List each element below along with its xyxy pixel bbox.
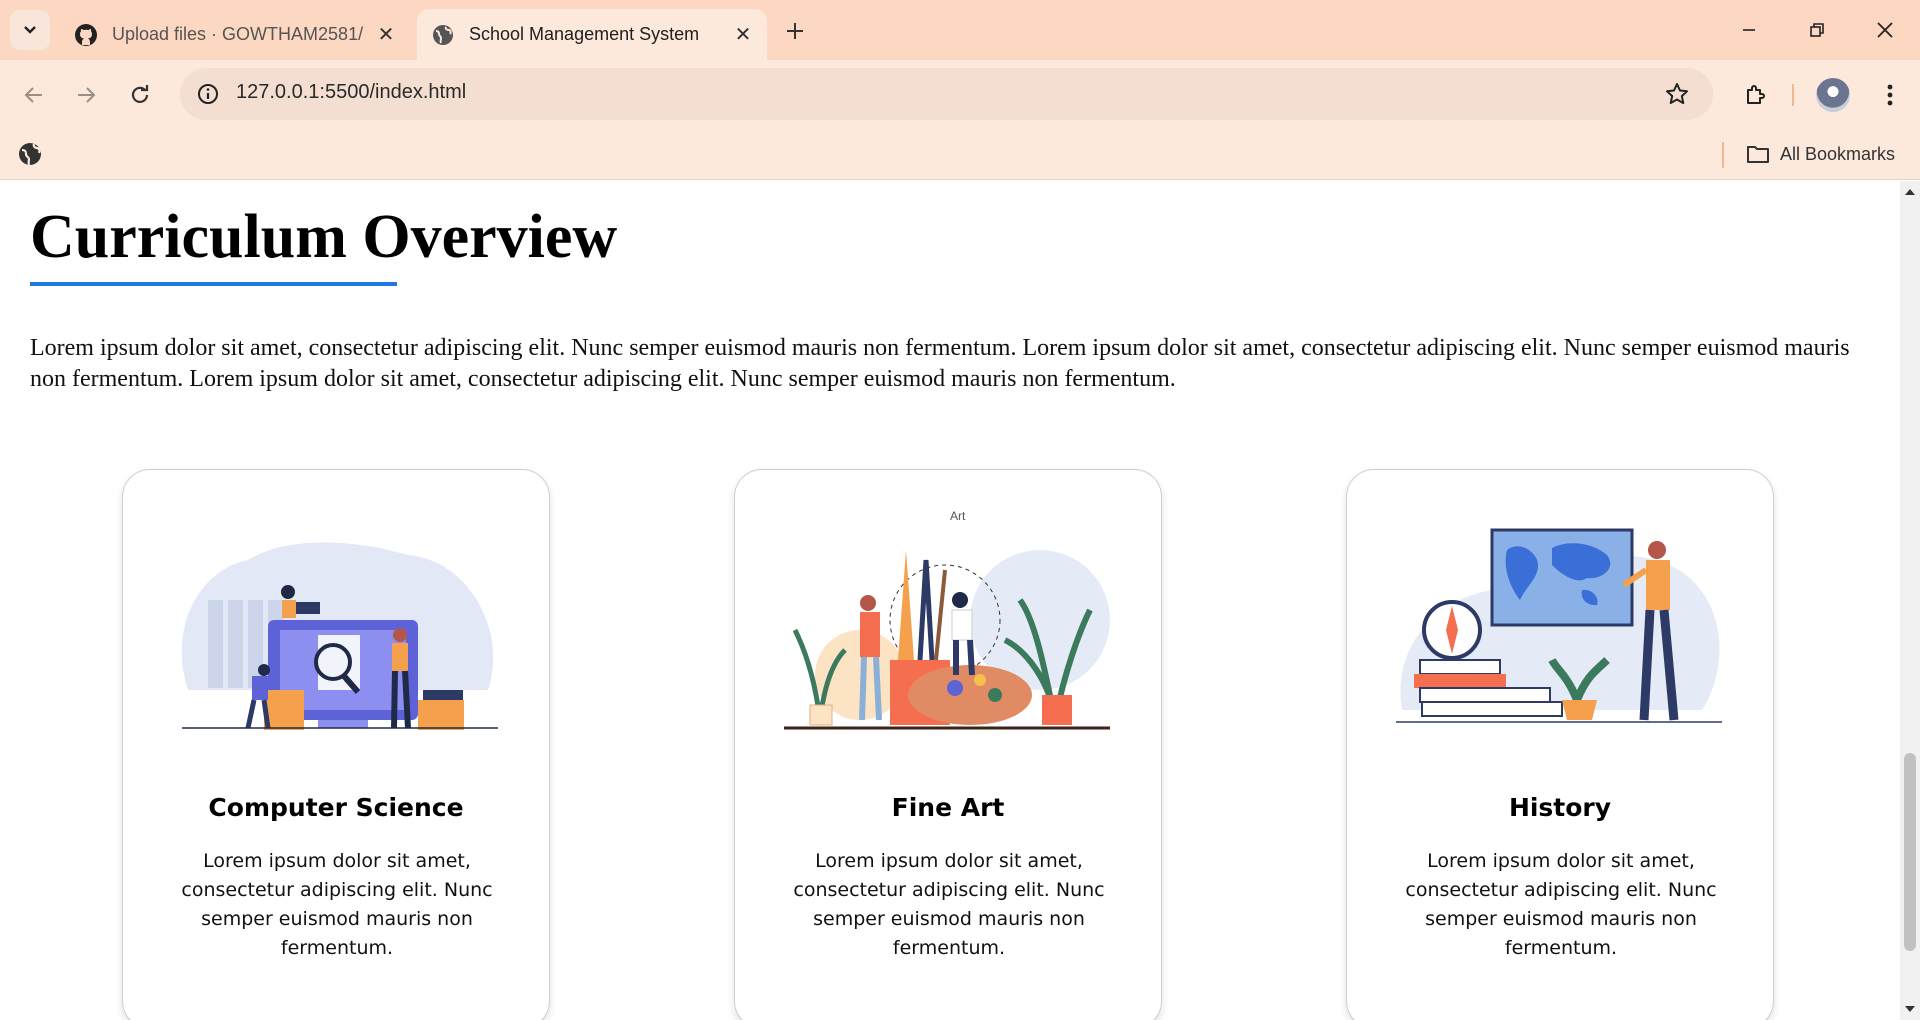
scroll-down-arrow-icon[interactable]	[1900, 1002, 1920, 1016]
bookmark-star-icon[interactable]	[1663, 80, 1691, 108]
intro-paragraph: Lorem ipsum dolor sit amet, consectetur …	[30, 335, 1850, 392]
extensions-button[interactable]	[1736, 75, 1776, 115]
history-illustration	[1396, 528, 1722, 723]
card-description: Lorem ipsum dolor sit amet, consectetur …	[793, 850, 1105, 959]
bookmarks-separator	[1722, 142, 1724, 168]
computer-science-illustration	[181, 542, 498, 730]
close-window-button[interactable]	[1860, 10, 1910, 50]
folder-icon	[1747, 146, 1769, 163]
minimize-icon	[1743, 29, 1755, 31]
globe-icon[interactable]	[16, 140, 44, 168]
reload-button[interactable]	[120, 75, 160, 115]
tab-search-button[interactable]	[10, 10, 50, 50]
tab-upload-files[interactable]: Upload files · GOWTHAM2581/ ✕	[60, 9, 410, 60]
address-bar[interactable]: 127.0.0.1:5500/index.html	[180, 68, 1713, 120]
bookmarks-bar: All Bookmarks	[0, 130, 1920, 180]
more-vertical-icon	[1887, 84, 1893, 106]
restore-icon	[1810, 23, 1824, 37]
toolbar-separator	[1792, 84, 1794, 106]
title-underline	[30, 282, 397, 286]
vertical-scrollbar[interactable]	[1900, 181, 1920, 1020]
illustration-label: Art	[950, 510, 966, 523]
close-icon[interactable]: ✕	[729, 21, 757, 49]
course-card-fine-art: Art Fine Art Lorem ipsum dolor sit amet,…	[734, 469, 1162, 1020]
browser-toolbar: 127.0.0.1:5500/index.html	[0, 60, 1920, 130]
all-bookmarks-button[interactable]: All Bookmarks	[1746, 139, 1895, 169]
forward-button[interactable]	[66, 75, 106, 115]
fine-art-illustration: Art	[784, 510, 1110, 730]
restore-button[interactable]	[1792, 10, 1842, 50]
new-tab-button[interactable]	[778, 14, 812, 48]
course-card-history: History Lorem ipsum dolor sit amet, cons…	[1346, 469, 1774, 1020]
plus-icon	[787, 23, 803, 39]
tab-strip: Upload files · GOWTHAM2581/ ✕ School Man…	[0, 0, 1920, 60]
back-button[interactable]	[14, 75, 54, 115]
tab-title: School Management System	[469, 24, 700, 44]
tab-title: Upload files · GOWTHAM2581/	[112, 24, 364, 44]
chevron-down-icon	[24, 26, 36, 34]
all-bookmarks-label: All Bookmarks	[1780, 143, 1896, 164]
close-icon	[1877, 22, 1893, 38]
card-description: Lorem ipsum dolor sit amet, consectetur …	[181, 850, 493, 959]
url-text: 127.0.0.1:5500/index.html	[236, 81, 467, 103]
tab-school-management[interactable]: School Management System ✕	[417, 9, 767, 60]
card-description: Lorem ipsum dolor sit amet, consectetur …	[1405, 850, 1717, 959]
minimize-button[interactable]	[1724, 10, 1774, 50]
scrollbar-thumb[interactable]	[1904, 753, 1916, 951]
globe-icon	[431, 23, 455, 47]
card-title: Fine Art	[891, 793, 1005, 822]
scroll-up-arrow-icon[interactable]	[1900, 185, 1920, 199]
arrow-left-icon	[24, 87, 42, 103]
puzzle-icon	[1747, 85, 1765, 104]
site-info-icon[interactable]	[194, 80, 222, 108]
reload-icon	[131, 85, 149, 103]
course-card-computer-science: Computer Science Lorem ipsum dolor sit a…	[122, 469, 550, 1020]
page-viewport: Curriculum Overview Lorem ipsum dolor si…	[0, 181, 1900, 1020]
menu-button[interactable]	[1870, 75, 1910, 115]
close-icon[interactable]: ✕	[372, 21, 400, 49]
page-title: Curriculum Overview	[30, 203, 618, 271]
github-icon	[74, 23, 98, 47]
card-title: Computer Science	[208, 793, 464, 822]
arrow-right-icon	[78, 87, 96, 103]
card-title: History	[1508, 793, 1612, 822]
profile-avatar[interactable]	[1816, 78, 1850, 112]
